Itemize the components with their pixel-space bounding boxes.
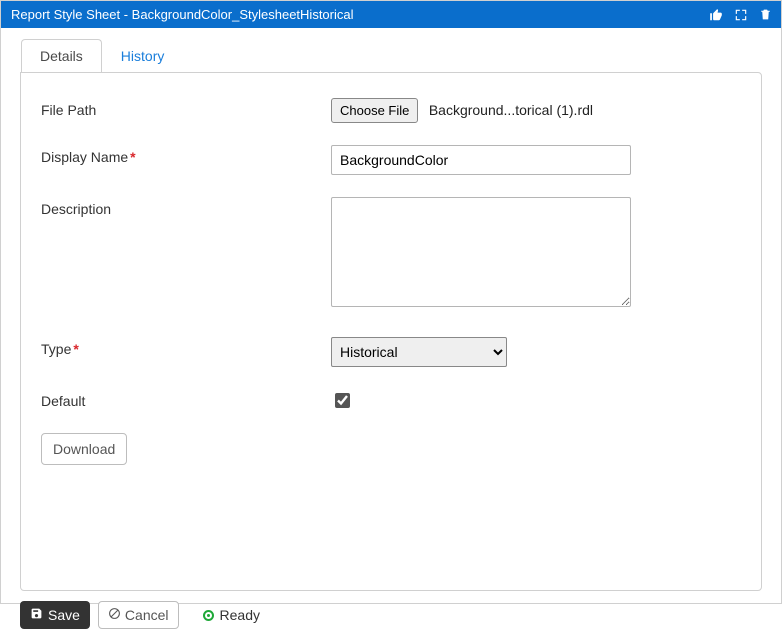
row-display-name: Display Name* xyxy=(21,145,761,175)
status-text: Ready xyxy=(220,607,260,623)
status-indicator: Ready xyxy=(203,607,260,623)
window-title: Report Style Sheet - BackgroundColor_Sty… xyxy=(11,7,708,22)
label-default: Default xyxy=(41,389,331,409)
row-description: Description xyxy=(21,197,761,307)
cancel-button[interactable]: Cancel xyxy=(98,601,179,629)
type-select[interactable]: Historical xyxy=(331,337,507,367)
description-field[interactable] xyxy=(331,197,631,307)
save-label: Save xyxy=(48,607,80,623)
titlebar-actions xyxy=(708,7,773,22)
footer-bar: Save Cancel Ready xyxy=(20,601,762,629)
label-type: Type* xyxy=(41,337,331,357)
default-checkbox[interactable] xyxy=(335,393,350,408)
row-type: Type* Historical xyxy=(21,337,761,367)
window-titlebar: Report Style Sheet - BackgroundColor_Sty… xyxy=(1,1,781,28)
display-name-field[interactable] xyxy=(331,145,631,175)
label-display-name: Display Name* xyxy=(41,145,331,165)
tab-bar: Details History xyxy=(1,28,781,72)
label-description: Description xyxy=(41,197,331,217)
row-file-path: File Path Choose File Background...toric… xyxy=(21,98,761,123)
required-icon: * xyxy=(73,341,78,357)
tab-history[interactable]: History xyxy=(102,39,184,73)
label-file-path: File Path xyxy=(41,98,331,118)
required-icon: * xyxy=(130,149,135,165)
choose-file-button[interactable]: Choose File xyxy=(331,98,418,123)
expand-icon[interactable] xyxy=(733,7,748,22)
details-panel: File Path Choose File Background...toric… xyxy=(20,72,762,591)
download-button[interactable]: Download xyxy=(41,433,127,465)
trash-icon[interactable] xyxy=(758,7,773,22)
row-default: Default xyxy=(21,389,761,411)
cancel-label: Cancel xyxy=(125,607,169,623)
chosen-file-name: Background...torical (1).rdl xyxy=(429,102,593,118)
save-icon xyxy=(30,607,43,623)
tab-details[interactable]: Details xyxy=(21,39,102,73)
status-dot-icon xyxy=(203,610,214,621)
save-button[interactable]: Save xyxy=(20,601,90,629)
cancel-icon xyxy=(108,607,121,623)
thumbs-up-icon[interactable] xyxy=(708,7,723,22)
